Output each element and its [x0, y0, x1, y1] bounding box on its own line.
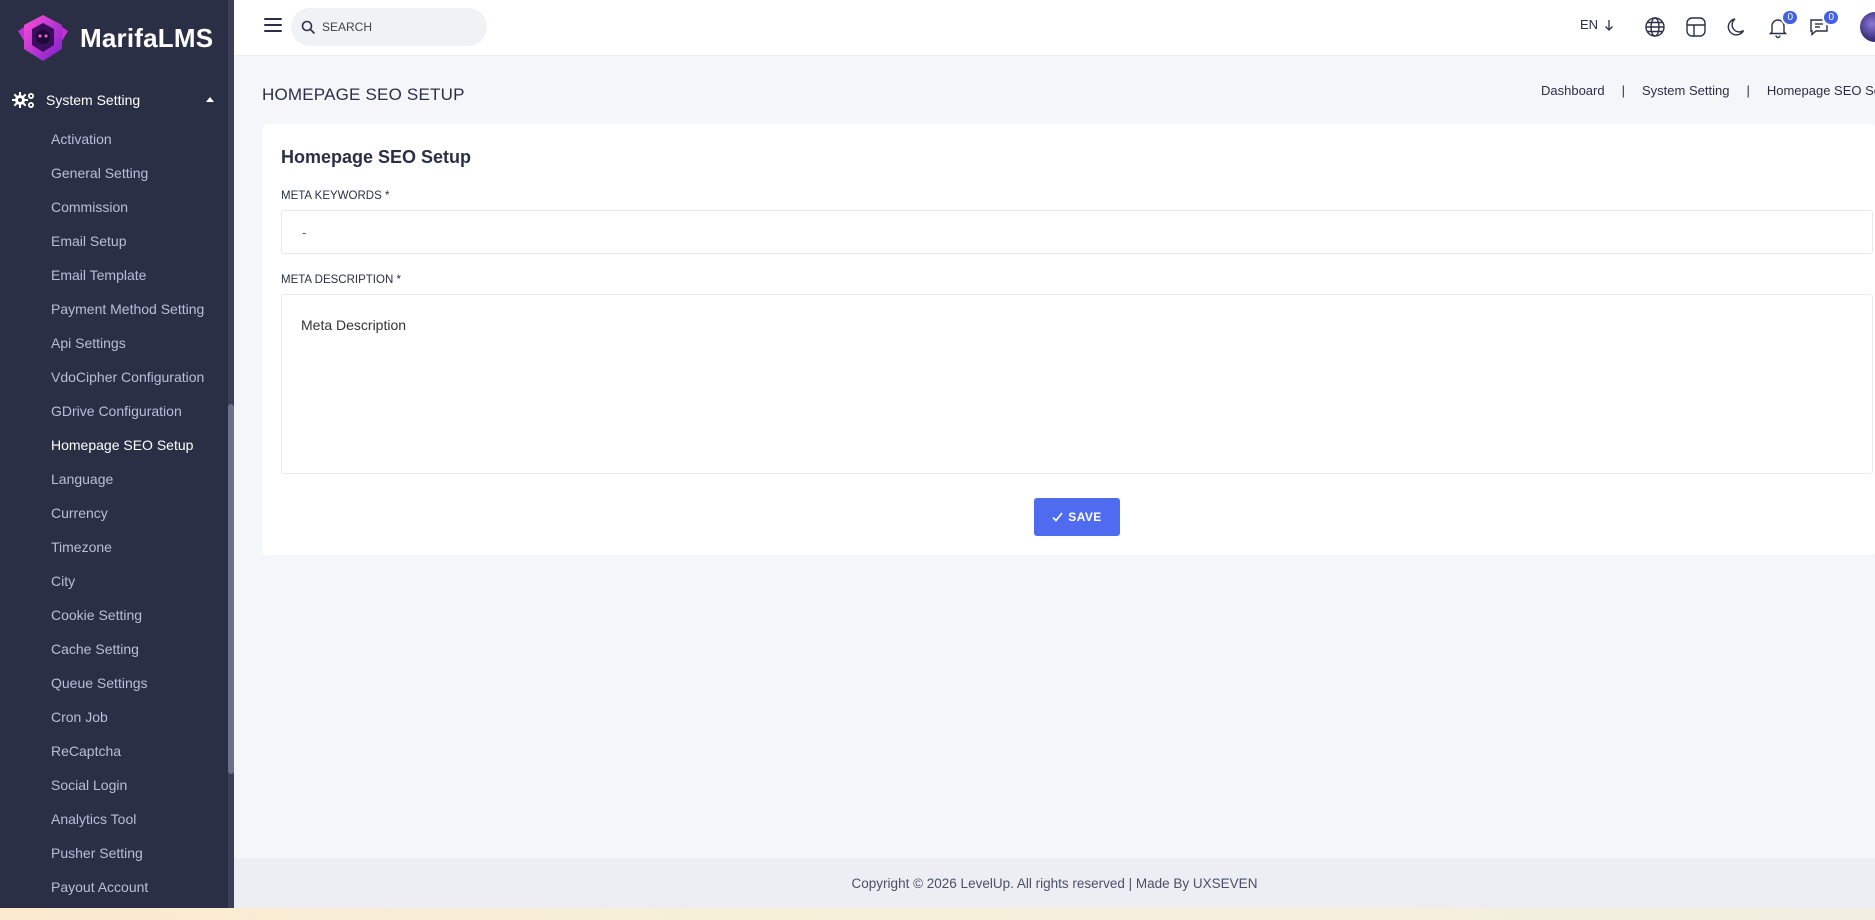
check-icon: [1052, 512, 1063, 522]
dark-mode-moon-icon[interactable]: [1725, 15, 1749, 39]
notifications-badge: 0: [1781, 9, 1799, 26]
footer-copyright: Copyright © 2026 LevelUp. All rights res…: [851, 875, 1258, 891]
breadcrumb-separator: |: [1621, 83, 1625, 98]
breadcrumb: Dashboard | System Setting | Homepage SE…: [1541, 83, 1875, 98]
meta-keywords-value: -: [302, 224, 307, 240]
logo-icon: [18, 15, 68, 61]
sidebar-item-city[interactable]: City: [0, 564, 228, 598]
language-selector[interactable]: EN: [1580, 17, 1614, 32]
sidebar-scrollbar[interactable]: [228, 0, 234, 920]
search-icon: [301, 20, 315, 34]
sidebar-item-analytics-tool[interactable]: Analytics Tool: [0, 802, 228, 836]
sidebar-item-activation[interactable]: Activation: [0, 122, 228, 156]
page-title: HOMEPAGE SEO SETUP: [262, 85, 465, 104]
search-input[interactable]: [322, 20, 472, 34]
sidebar-section-label: System Setting: [46, 92, 141, 108]
footer: Copyright © 2026 LevelUp. All rights res…: [234, 858, 1875, 908]
breadcrumb-dashboard[interactable]: Dashboard: [1541, 83, 1605, 98]
sidebar-item-pusher-setting[interactable]: Pusher Setting: [0, 836, 228, 870]
meta-description-label: META DESCRIPTION *: [281, 274, 401, 286]
top-header: EN 0 0: [234, 0, 1875, 56]
app-logo[interactable]: MarifaLMS: [16, 10, 213, 66]
logo-text: MarifaLMS: [80, 22, 214, 53]
gears-icon: [12, 92, 34, 108]
sidebar-item-commission[interactable]: Commission: [0, 190, 228, 224]
sidebar-item-gdrive-configuration[interactable]: GDrive Configuration: [0, 394, 228, 428]
user-avatar[interactable]: [1860, 12, 1875, 42]
sidebar-item-timezone[interactable]: Timezone: [0, 530, 228, 564]
meta-keywords-input[interactable]: -: [281, 210, 1873, 254]
sidebar-item-language[interactable]: Language: [0, 462, 228, 496]
sidebar-section-system-setting[interactable]: System Setting: [12, 86, 218, 114]
sidebar-item-vdocipher-configuration[interactable]: VdoCipher Configuration: [0, 360, 228, 394]
sidebar-item-email-setup[interactable]: Email Setup: [0, 224, 228, 258]
sidebar-item-homepage-seo-setup[interactable]: Homepage SEO Setup: [0, 428, 228, 462]
sidebar-item-payment-method-setting[interactable]: Payment Method Setting: [0, 292, 228, 326]
sidebar-item-queue-settings[interactable]: Queue Settings: [0, 666, 228, 700]
sidebar-item-cron-job[interactable]: Cron Job: [0, 700, 228, 734]
breadcrumb-homepage-seo-setup: Homepage SEO Setup: [1766, 83, 1875, 98]
sidebar-item-cache-setting[interactable]: Cache Setting: [0, 632, 228, 666]
sidebar-item-social-login[interactable]: Social Login: [0, 768, 228, 802]
card-title: Homepage SEO Setup: [281, 147, 472, 167]
sidebar-item-general-setting[interactable]: General Setting: [0, 156, 228, 190]
sidebar-item-currency[interactable]: Currency: [0, 496, 228, 530]
sidebar-menu: Activation General Setting Commission Em…: [0, 122, 228, 904]
messages-chat-icon[interactable]: 0: [1807, 9, 1840, 39]
sidebar-item-payout-account[interactable]: Payout Account: [0, 870, 228, 904]
meta-description-value: Meta Description: [301, 317, 407, 333]
sidebar: MarifaLMS System Setting Activation Gene…: [0, 0, 234, 920]
save-button[interactable]: SAVE: [1034, 498, 1120, 536]
seo-form-card: Homepage SEO Setup META KEYWORDS * - MET…: [263, 124, 1875, 555]
bottom-strip: [0, 908, 1875, 920]
meta-keywords-label: META KEYWORDS *: [281, 190, 390, 202]
meta-description-textarea[interactable]: Meta Description: [281, 294, 1873, 474]
save-button-label: SAVE: [1068, 510, 1102, 524]
sidebar-scrollbar-thumb[interactable]: [228, 404, 234, 774]
messages-badge: 0: [1822, 9, 1840, 26]
menu-toggle-icon[interactable]: [264, 18, 282, 32]
search-box[interactable]: [291, 8, 487, 46]
sidebar-item-api-settings[interactable]: Api Settings: [0, 326, 228, 360]
notifications-bell-icon[interactable]: 0: [1766, 9, 1799, 39]
layout-icon[interactable]: [1684, 15, 1708, 39]
sidebar-item-email-template[interactable]: Email Template: [0, 258, 228, 292]
arrow-down-icon: [1605, 19, 1614, 31]
language-code: EN: [1580, 17, 1599, 32]
breadcrumb-system-setting[interactable]: System Setting: [1642, 83, 1729, 98]
breadcrumb-separator: |: [1746, 83, 1750, 98]
sidebar-item-recaptcha[interactable]: ReCaptcha: [0, 734, 228, 768]
caret-up-icon: [206, 97, 214, 102]
sidebar-item-cookie-setting[interactable]: Cookie Setting: [0, 598, 228, 632]
globe-icon[interactable]: [1643, 15, 1667, 39]
